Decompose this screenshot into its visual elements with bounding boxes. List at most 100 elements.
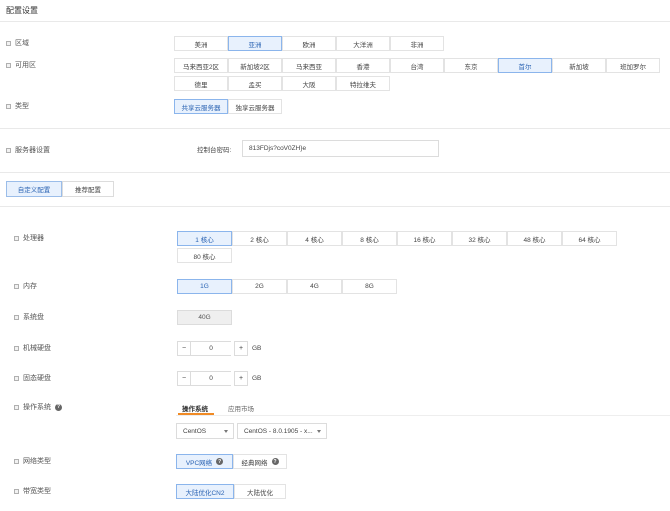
zone-option[interactable]: 香港 (336, 58, 390, 73)
network-option-vpc[interactable]: VPC网络 ? (176, 454, 233, 469)
cpu-row-label: 处理器 (14, 233, 44, 243)
memory-option[interactable]: 4G (287, 279, 342, 294)
memory-option[interactable]: 1G (177, 279, 232, 294)
ssd-decrease-button[interactable]: − (177, 371, 191, 386)
zone-option[interactable]: 孟买 (228, 76, 282, 91)
network-option-classic[interactable]: 经典网络 ? (233, 454, 287, 469)
zone-icon (6, 62, 11, 68)
tab-recommended-config[interactable]: 推荐配置 (62, 181, 114, 197)
system-disk-size: 40G (177, 310, 232, 325)
cpu-option[interactable]: 64 核心 (562, 231, 617, 246)
cpu-label: 处理器 (23, 235, 44, 242)
zone-option[interactable]: 新加坡2区 (228, 58, 282, 73)
zone-option[interactable]: 东京 (444, 58, 498, 73)
tab-app-market[interactable]: 应用市场 (228, 403, 254, 413)
bandwidth-row-label: 带宽类型 (14, 486, 51, 496)
help-icon[interactable]: ? (216, 458, 224, 465)
divider (0, 128, 670, 129)
region-option[interactable]: 非洲 (390, 36, 444, 51)
network-label: 网络类型 (23, 458, 51, 465)
cpu-icon (14, 235, 19, 241)
os-distro-value: CentOS (183, 427, 207, 435)
hdd-increase-button[interactable]: + (234, 341, 248, 356)
type-option[interactable]: 共享云服务器 (174, 99, 228, 114)
zone-row-label: 可用区 (6, 60, 36, 70)
region-option[interactable]: 欧洲 (282, 36, 336, 51)
region-icon (6, 40, 11, 46)
divider (176, 415, 670, 416)
system-disk-label: 系统盘 (23, 314, 44, 321)
page-title: 配置设置 (6, 6, 38, 15)
zone-option[interactable]: 马来西亚 (282, 58, 336, 73)
zone-option[interactable]: 班加罗尔 (606, 58, 660, 73)
help-icon[interactable]: ? (271, 458, 279, 465)
network-row-label: 网络类型 (14, 456, 51, 466)
server-settings-row-label: 服务器设置 (6, 145, 50, 155)
divider (0, 172, 670, 173)
bandwidth-option[interactable]: 大陆优化CN2 (176, 484, 234, 499)
type-label: 类型 (15, 103, 29, 110)
hdd-unit: GB (252, 345, 262, 352)
memory-row-label: 内存 (14, 281, 37, 291)
divider (0, 21, 670, 22)
cpu-option[interactable]: 16 核心 (397, 231, 452, 246)
chevron-down-icon (224, 430, 228, 433)
zone-option[interactable]: 特拉维夫 (336, 76, 390, 91)
cpu-option[interactable]: 48 核心 (507, 231, 562, 246)
region-option[interactable]: 亚洲 (228, 36, 282, 51)
memory-option[interactable]: 2G (232, 279, 287, 294)
hdd-row-label: 机械硬盘 (14, 343, 51, 353)
ssd-value-input[interactable]: 0 (191, 371, 231, 386)
memory-label: 内存 (23, 283, 37, 290)
network-icon (14, 458, 19, 464)
cpu-option[interactable]: 4 核心 (287, 231, 342, 246)
os-version-select[interactable]: CentOS - 8.0.1905 - x... (237, 423, 327, 439)
zone-option[interactable]: 新加坡 (552, 58, 606, 73)
region-option[interactable]: 大洋洲 (336, 36, 390, 51)
hdd-label: 机械硬盘 (23, 345, 51, 352)
bandwidth-icon (14, 488, 19, 494)
region-row-label: 区域 (6, 38, 29, 48)
zone-option[interactable]: 大阪 (282, 76, 336, 91)
hdd-value-input[interactable]: 0 (191, 341, 231, 356)
bandwidth-option[interactable]: 大陆优化 (234, 484, 286, 499)
zone-option[interactable]: 台湾 (390, 58, 444, 73)
password-input[interactable]: 813FDjs?coV0ZH}e (242, 140, 439, 157)
memory-option[interactable]: 8G (342, 279, 397, 294)
hdd-decrease-button[interactable]: − (177, 341, 191, 356)
system-disk-row-label: 系统盘 (14, 312, 44, 322)
network-option-classic-label: 经典网络 (241, 459, 268, 467)
ssd-row-label: 固态硬盘 (14, 373, 51, 383)
cpu-option[interactable]: 32 核心 (452, 231, 507, 246)
hdd-icon (14, 345, 19, 351)
bandwidth-label: 带宽类型 (23, 488, 51, 495)
region-label: 区域 (15, 40, 29, 47)
divider (0, 206, 670, 207)
server-icon (6, 147, 11, 153)
disk-icon (14, 314, 19, 320)
ssd-icon (14, 375, 19, 381)
zone-option[interactable]: 德里 (174, 76, 228, 91)
cpu-option[interactable]: 1 核心 (177, 231, 232, 246)
tab-operating-system[interactable]: 操作系统 (182, 403, 208, 413)
zone-option[interactable]: 首尔 (498, 58, 552, 73)
type-option[interactable]: 独享云服务器 (228, 99, 282, 114)
region-option[interactable]: 美洲 (174, 36, 228, 51)
cpu-option[interactable]: 2 核心 (232, 231, 287, 246)
cpu-option[interactable]: 80 核心 (177, 248, 232, 263)
network-option-vpc-label: VPC网络 (185, 459, 213, 467)
cpu-option[interactable]: 8 核心 (342, 231, 397, 246)
zone-label: 可用区 (15, 62, 36, 69)
ssd-increase-button[interactable]: + (234, 371, 248, 386)
os-label: 操作系统 (23, 404, 51, 411)
ssd-label: 固态硬盘 (23, 375, 51, 382)
memory-icon (14, 283, 19, 289)
help-icon[interactable]: ? (55, 403, 62, 411)
tab-custom-config[interactable]: 自定义配置 (6, 181, 62, 197)
chevron-down-icon (317, 430, 321, 433)
os-distro-select[interactable]: CentOS (176, 423, 234, 439)
zone-option[interactable]: 马来西亚2区 (174, 58, 228, 73)
type-row-label: 类型 (6, 101, 29, 111)
type-icon (6, 103, 11, 109)
os-icon (14, 404, 19, 410)
